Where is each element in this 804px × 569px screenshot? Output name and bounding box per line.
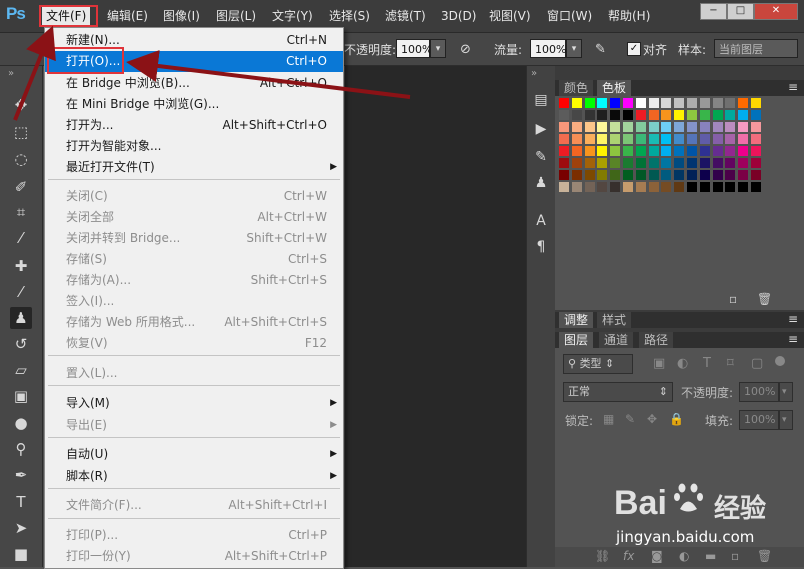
watermark-url: jingyan.baidu.com: [616, 528, 755, 546]
watermark-brand: Bai: [614, 484, 667, 522]
baidu-watermark: Bai 经验 jingyan.baidu.com: [614, 478, 794, 558]
paw-logo-icon: [674, 482, 704, 514]
arrow-to-file-menu: [13, 25, 56, 121]
arrow-to-open-item: [126, 50, 411, 99]
watermark-brand-cn: 经验: [714, 494, 767, 524]
